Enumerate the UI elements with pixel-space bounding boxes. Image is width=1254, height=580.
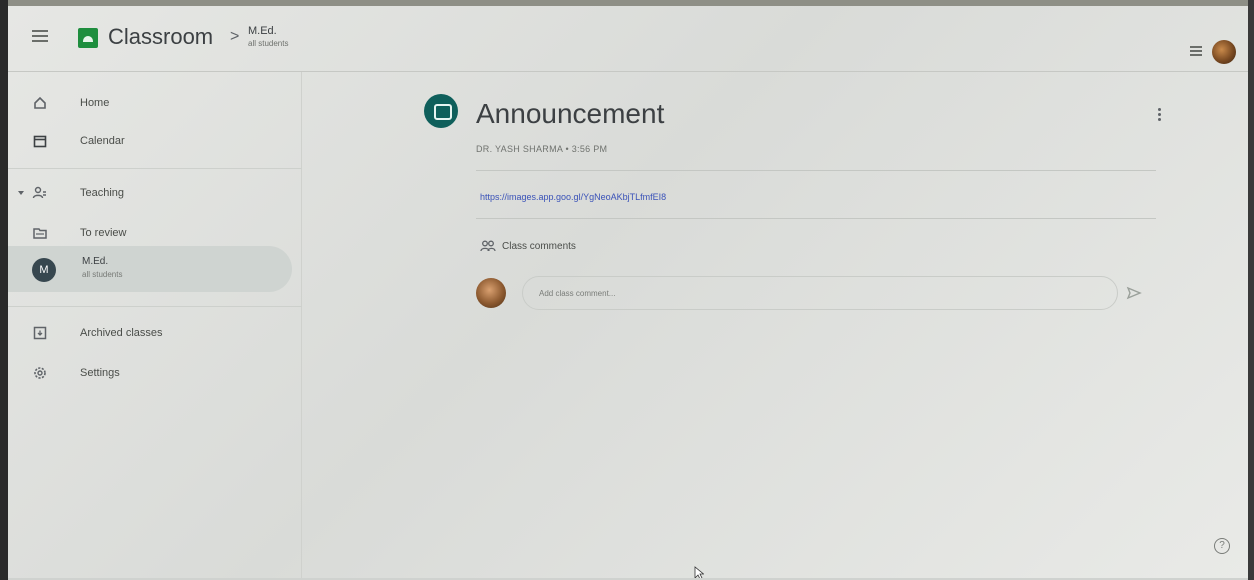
comments-divider — [476, 218, 1156, 219]
sidebar-item-home[interactable]: Home — [8, 88, 288, 118]
sidebar-item-label: To review — [80, 227, 127, 239]
class-badge-avatar: M — [32, 258, 56, 282]
class-comments-label: Class comments — [502, 241, 576, 252]
sidebar-item-calendar[interactable]: Calendar — [8, 126, 288, 156]
mouse-cursor-icon — [694, 566, 704, 578]
archive-icon — [33, 326, 47, 340]
sidebar-item-label: Home — [80, 97, 110, 109]
sidebar-item-archived-classes[interactable]: Archived classes — [8, 318, 288, 348]
monitor-bezel-left — [0, 0, 8, 580]
calendar-icon — [33, 135, 47, 148]
sidebar-class-name: M.Ed. — [82, 256, 109, 267]
breadcrumb-separator: > — [230, 28, 240, 45]
help-icon[interactable]: ? — [1214, 538, 1230, 554]
breadcrumb-class-subtitle: all students — [248, 39, 289, 48]
sidebar-item-label: Teaching — [80, 187, 125, 199]
account-avatar[interactable] — [1212, 40, 1236, 64]
sidebar-item-label: Calendar — [80, 135, 125, 147]
commenter-avatar — [476, 278, 506, 308]
menu-icon[interactable] — [32, 30, 48, 44]
sidebar: Home Calendar Teaching To review M M.Ed.… — [8, 72, 302, 578]
sidebar-class-subtitle: all students — [82, 270, 123, 279]
folder-icon — [33, 228, 47, 239]
announcement-title: Announcement — [476, 98, 665, 129]
classroom-logo-icon[interactable] — [78, 28, 98, 48]
home-icon — [34, 96, 46, 109]
announcement-divider — [476, 170, 1156, 171]
sidebar-item-teaching[interactable]: Teaching — [8, 178, 288, 208]
monitor-bezel-right — [1248, 0, 1254, 580]
sidebar-divider — [8, 306, 302, 307]
sidebar-item-label: Settings — [80, 367, 120, 379]
top-bar: Classroom > M.Ed. all students — [8, 6, 1248, 72]
gear-icon — [34, 367, 46, 379]
sidebar-item-label: Archived classes — [80, 327, 163, 339]
sidebar-item-settings[interactable]: Settings — [8, 358, 288, 388]
class-comments-icon — [480, 240, 496, 252]
send-icon[interactable] — [1126, 286, 1142, 300]
announcement-link[interactable]: https://images.app.goo.gl/YgNeoAKbjTLfmf… — [480, 192, 666, 202]
people-icon — [32, 186, 46, 199]
chevron-down-icon[interactable] — [16, 188, 26, 198]
app-title[interactable]: Classroom — [108, 24, 213, 50]
list-view-icon[interactable] — [1190, 46, 1202, 56]
sidebar-item-to-review[interactable]: To review — [8, 218, 288, 248]
breadcrumb-class-name[interactable]: M.Ed. — [248, 25, 277, 37]
class-comment-input[interactable] — [522, 276, 1118, 310]
announcement-icon — [424, 94, 458, 128]
announcement-meta: DR. YASH SHARMA • 3:56 PM — [476, 144, 608, 154]
sidebar-divider — [8, 168, 302, 169]
screen: Classroom > M.Ed. all students Home Cale… — [8, 6, 1248, 578]
more-options-icon[interactable] — [1158, 108, 1162, 124]
